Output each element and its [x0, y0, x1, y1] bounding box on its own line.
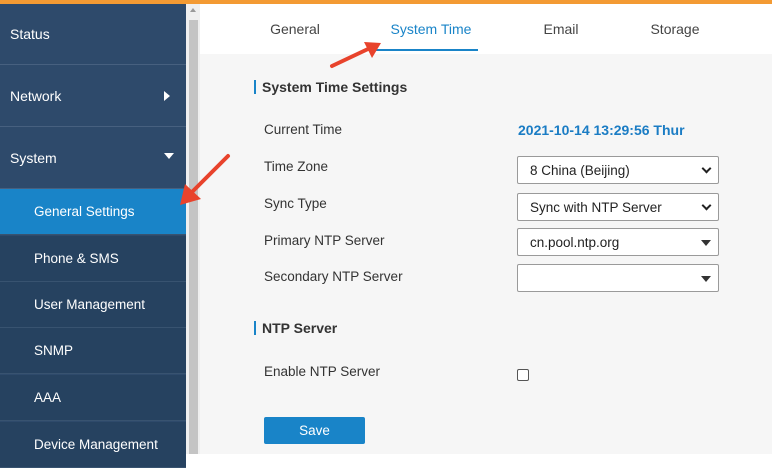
sidebar-item-label: General Settings — [34, 204, 135, 219]
sidebar-item-general-settings[interactable]: General Settings — [0, 189, 186, 235]
enable-ntp-label: Enable NTP Server — [264, 364, 381, 379]
scrollbar-thumb[interactable] — [189, 20, 198, 454]
current-time-value: 2021-10-14 13:29:56 Thur — [518, 122, 685, 138]
sidebar-item-label: Device Management — [34, 437, 158, 452]
sidebar-item-status[interactable]: Status — [0, 4, 186, 65]
enable-ntp-checkbox[interactable] — [517, 369, 529, 381]
active-tab-indicator — [372, 49, 478, 51]
sidebar: Status Network System General Settings P… — [0, 4, 186, 468]
time-zone-select[interactable]: 8 China (Beijing) — [517, 156, 719, 184]
sidebar-item-label: System — [10, 150, 57, 166]
primary-ntp-value: cn.pool.ntp.org — [530, 235, 620, 250]
sync-type-select[interactable]: Sync with NTP Server — [517, 193, 719, 221]
tab-storage[interactable]: Storage — [628, 4, 722, 54]
sidebar-item-network[interactable]: Network — [0, 66, 186, 127]
sync-type-label: Sync Type — [264, 196, 327, 211]
primary-ntp-input[interactable]: cn.pool.ntp.org — [517, 228, 719, 256]
tab-email[interactable]: Email — [514, 4, 608, 54]
scroll-up-icon[interactable] — [190, 8, 196, 12]
sidebar-item-label: User Management — [34, 297, 146, 312]
sidebar-item-snmp[interactable]: SNMP — [0, 328, 186, 374]
chevron-down-icon — [164, 153, 174, 159]
sidebar-item-phone-sms[interactable]: Phone & SMS — [0, 236, 186, 282]
sidebar-item-system[interactable]: System — [0, 128, 186, 189]
sidebar-item-label: SNMP — [34, 343, 74, 358]
section-title-ntp-server: NTP Server — [254, 321, 337, 335]
sidebar-item-user-management[interactable]: User Management — [0, 282, 186, 328]
sidebar-item-label: AAA — [34, 390, 62, 405]
tab-system-time[interactable]: System Time — [372, 4, 490, 54]
section-title-system-time: System Time Settings — [254, 80, 407, 94]
chevron-right-icon — [164, 91, 170, 101]
save-button[interactable]: Save — [264, 417, 365, 444]
dropdown-icon[interactable] — [701, 240, 711, 246]
tab-bar: General System Time Email Storage — [200, 4, 772, 54]
sidebar-item-device-management[interactable]: Device Management — [0, 422, 186, 468]
chevron-down-icon — [701, 200, 712, 211]
dropdown-icon[interactable] — [701, 276, 711, 282]
current-time-label: Current Time — [264, 122, 343, 137]
primary-ntp-label: Primary NTP Server — [264, 233, 385, 248]
secondary-ntp-label: Secondary NTP Server — [264, 269, 403, 284]
time-zone-value: 8 China (Beijing) — [530, 163, 630, 178]
tab-general[interactable]: General — [248, 4, 342, 54]
time-zone-label: Time Zone — [264, 159, 329, 174]
chevron-down-icon — [701, 163, 712, 174]
sidebar-item-label: Network — [10, 88, 62, 104]
sidebar-item-label: Phone & SMS — [34, 251, 119, 266]
sidebar-item-label: Status — [10, 26, 50, 42]
secondary-ntp-input[interactable] — [517, 264, 719, 292]
sync-type-value: Sync with NTP Server — [530, 200, 662, 215]
sidebar-item-aaa[interactable]: AAA — [0, 375, 186, 421]
